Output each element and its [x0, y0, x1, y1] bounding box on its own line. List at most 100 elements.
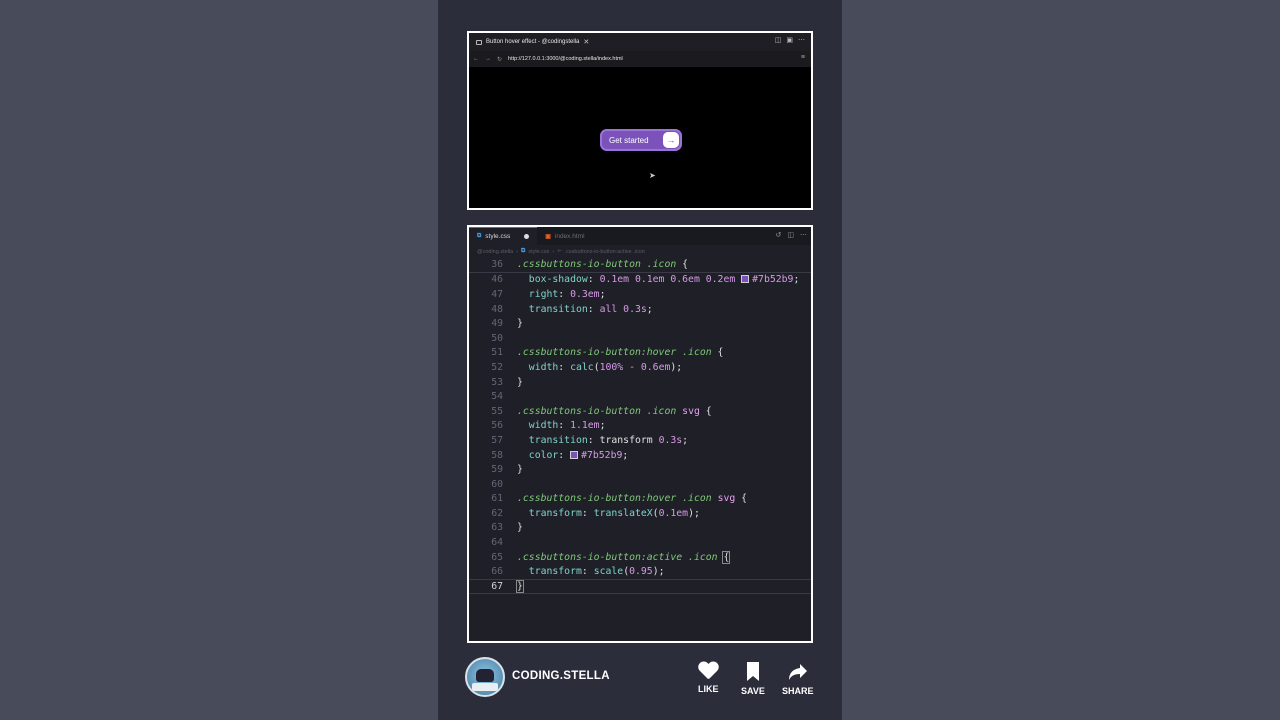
like-button[interactable]: LIKE: [698, 662, 719, 694]
back-icon[interactable]: ←: [473, 56, 479, 62]
breadcrumb-item[interactable]: .cssbuttons-io-button:active .icon: [565, 249, 645, 255]
code-line: 50: [469, 331, 811, 346]
line-number: 46: [491, 274, 503, 286]
browser-tabbar: Button hover effect - @codingstella ✕ ◫ …: [469, 33, 811, 51]
code-editor: ⧉ style.css ▣ index.html ↺ ◫ ⋯ @coding.s…: [467, 225, 813, 643]
color-swatch[interactable]: [741, 275, 750, 284]
line-number: 64: [491, 537, 503, 549]
channel-bar: CODING.STELLA LIKE SAVE SHARE: [438, 650, 842, 710]
get-started-button[interactable]: Get started →: [600, 129, 682, 151]
line-number: 66: [491, 566, 503, 578]
share-icon: [788, 664, 807, 680]
code-area[interactable]: 36 .cssbuttons-io-button .icon { 46 box-…: [469, 258, 811, 594]
line-number: 49: [491, 318, 503, 330]
code-line-current: 67 }: [469, 579, 811, 594]
line-number: 63: [491, 522, 503, 534]
code-line: 61 .cssbuttons-io-button:hover .icon svg…: [469, 492, 811, 507]
line-number: 67: [491, 580, 503, 592]
avatar-figure: [476, 669, 494, 682]
code-line: 56 width: 1.1em;: [469, 419, 811, 434]
code-line: 66 transform: scale(0.95);: [469, 564, 811, 579]
split-editor-icon[interactable]: ◫: [787, 231, 794, 239]
lock-icon[interactable]: ▣: [786, 36, 793, 44]
share-label: SHARE: [782, 686, 814, 696]
tab-style-css[interactable]: ⧉ style.css: [469, 227, 538, 245]
heart-icon: [698, 662, 718, 680]
sticky-scroll-line: 36 .cssbuttons-io-button .icon {: [469, 258, 811, 273]
bookmark-icon: [746, 662, 759, 681]
breadcrumb-item[interactable]: @coding.stella: [477, 249, 513, 255]
background-right: [842, 0, 1280, 720]
page-icon: [476, 39, 482, 45]
code-line: 51 .cssbuttons-io-button:hover .icon {: [469, 346, 811, 361]
line-number: 65: [491, 551, 503, 563]
address-bar: ← → ↻ http://127.0.0.1:3000/@coding.stel…: [469, 51, 811, 67]
avatar-laptop: [472, 683, 498, 691]
unsaved-dot-icon: [524, 234, 530, 239]
avatar[interactable]: [465, 657, 505, 697]
line-number: 60: [491, 478, 503, 490]
breadcrumb: @coding.stella › ⧉ style.css › ⟜ .cssbut…: [477, 248, 645, 255]
close-tab-icon[interactable]: ✕: [583, 38, 589, 46]
line-number: 36: [491, 259, 503, 271]
more-icon[interactable]: ⋯: [798, 36, 805, 44]
color-swatch[interactable]: [570, 450, 579, 459]
editor-actions: ↺ ◫ ⋯: [776, 231, 808, 239]
code-line: 64: [469, 535, 811, 550]
css-file-icon: ⧉: [477, 233, 482, 239]
history-icon[interactable]: ↺: [776, 231, 782, 239]
code-line: 58 color: #7b52b9;: [469, 448, 811, 463]
share-button[interactable]: SHARE: [782, 662, 814, 696]
line-number: 61: [491, 493, 503, 505]
url-field[interactable]: http://127.0.0.1:3000/@coding.stella/ind…: [508, 56, 623, 62]
css-file-icon: ⧉: [521, 248, 526, 254]
code-line: 53 }: [469, 375, 811, 390]
browser-page: Get started → ➤: [469, 67, 811, 208]
line-number: 55: [491, 405, 503, 417]
line-number: 56: [491, 420, 503, 432]
reload-icon[interactable]: ↻: [497, 56, 502, 63]
line-number: 58: [491, 449, 503, 461]
mouse-cursor-icon: ➤: [649, 171, 656, 180]
line-number: 50: [491, 332, 503, 344]
selector-icon: ⟜: [557, 248, 562, 254]
line-number: 51: [491, 347, 503, 359]
code-line: 49 }: [469, 316, 811, 331]
line-number: 48: [491, 303, 503, 315]
code-line: 63 }: [469, 521, 811, 536]
line-number: 47: [491, 288, 503, 300]
line-number: 59: [491, 464, 503, 476]
code-line: 54: [469, 389, 811, 404]
line-number: 54: [491, 391, 503, 403]
breadcrumb-item[interactable]: style.css: [528, 249, 549, 255]
code-line: 46 box-shadow: 0.1em 0.1em 0.6em 0.2em #…: [469, 273, 811, 288]
tab-label: style.css: [485, 233, 511, 240]
code-line: 65 .cssbuttons-io-button:active .icon {: [469, 550, 811, 565]
code-line: 55 .cssbuttons-io-button .icon svg {: [469, 404, 811, 419]
line-number: 62: [491, 507, 503, 519]
code-line: 60: [469, 477, 811, 492]
like-label: LIKE: [698, 684, 719, 694]
save-label: SAVE: [741, 686, 765, 696]
forward-icon[interactable]: →: [485, 56, 491, 62]
code-line: 48 transition: all 0.3s;: [469, 302, 811, 317]
tab-label: index.html: [554, 232, 585, 240]
get-started-label: Get started: [609, 135, 649, 145]
line-number: 57: [491, 434, 503, 446]
html-file-icon: ▣: [545, 233, 551, 240]
tab-index-html[interactable]: ▣ index.html: [537, 227, 592, 245]
menu-icon[interactable]: ≡: [801, 54, 805, 61]
browser-window: Button hover effect - @codingstella ✕ ◫ …: [467, 31, 813, 210]
code-line: 59 }: [469, 462, 811, 477]
browser-tab[interactable]: Button hover effect - @codingstella ✕: [473, 35, 592, 49]
code-line: 47 right: 0.3em;: [469, 287, 811, 302]
more-icon[interactable]: ⋯: [800, 231, 807, 239]
line-number: 53: [491, 376, 503, 388]
code-line: 57 transition: transform 0.3s;: [469, 433, 811, 448]
save-button[interactable]: SAVE: [741, 662, 765, 696]
split-view-icon[interactable]: ◫: [775, 36, 782, 44]
code-line: 62 transform: translateX(0.1em);: [469, 506, 811, 521]
code-line: 52 width: calc(100% - 0.6em);: [469, 360, 811, 375]
arrow-right-icon: →: [663, 132, 679, 148]
channel-name[interactable]: CODING.STELLA: [512, 670, 610, 682]
